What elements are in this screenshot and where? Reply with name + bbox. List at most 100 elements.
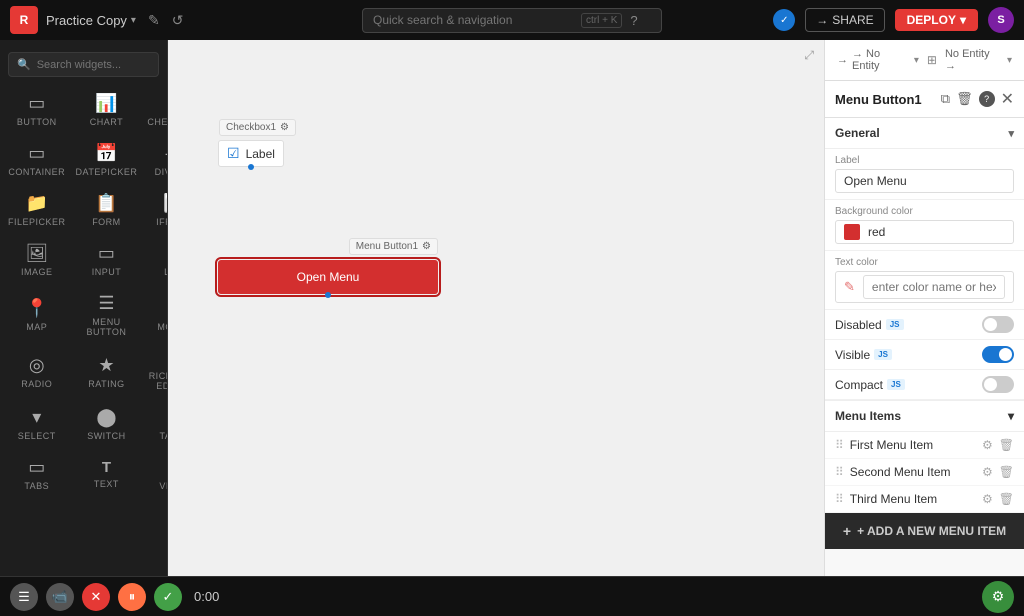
bg-color-picker[interactable]: red (835, 220, 1014, 244)
compact-toggle[interactable] (982, 376, 1014, 393)
visible-toggle[interactable] (982, 346, 1014, 363)
canvas-resize-icon[interactable]: ⤢ (804, 48, 814, 63)
widget-iframe[interactable]: ⬜IFRAME (143, 185, 168, 233)
text-color-input[interactable] (863, 275, 1005, 299)
widget-datepicker[interactable]: 📅DATEPICKER (72, 135, 142, 183)
panel-content: General ▾ Label Background color red Tex… (825, 118, 1024, 576)
datepicker-widget-icon: 📅 (95, 143, 117, 164)
bottom-check-button[interactable]: ✓ (154, 583, 182, 611)
chart-widget-label: CHART (90, 117, 123, 127)
chart-widget-icon: 📊 (95, 93, 117, 114)
menu-item-delete-1[interactable]: 🗑 (999, 465, 1014, 479)
compact-js-badge[interactable]: JS (887, 379, 905, 390)
visible-js-badge[interactable]: JS (874, 349, 892, 360)
button-widget-icon: ▭ (28, 93, 45, 114)
menubutton-canvas-button[interactable]: Open Menu (218, 260, 438, 294)
drag-handle-0[interactable]: ⠿ (835, 438, 844, 452)
delete-icon[interactable]: 🗑 (956, 91, 973, 107)
topbar: R Practice Copy ▾ ✎ ↺ ctrl + K ? ✓ → SHA… (0, 0, 1024, 40)
text-color-field: Text color ✎ (825, 251, 1024, 310)
widget-rating[interactable]: ★RATING (72, 345, 142, 397)
drag-handle-1[interactable]: ⠿ (835, 465, 844, 479)
edit-project-icon[interactable]: ✎ (148, 12, 160, 29)
entity-left-arrow: → (837, 54, 848, 66)
panel-help-icon[interactable]: ? (979, 91, 995, 107)
video-widget-label: VIDEO (159, 481, 168, 491)
text-color-pencil-icon: ✎ (844, 279, 855, 295)
widget-search[interactable]: 🔍 (8, 52, 159, 77)
project-name[interactable]: Practice Copy ▾ (46, 13, 136, 28)
selection-handle-bottom (248, 164, 254, 170)
bottom-close-button[interactable]: ✕ (82, 583, 110, 611)
menu-item-delete-2[interactable]: 🗑 (999, 492, 1014, 506)
widget-text[interactable]: TTEXT (72, 449, 142, 497)
canvas-checkbox-widget[interactable]: Checkbox1 ⚙ ☑ Label (218, 140, 284, 167)
widget-checkbox[interactable]: ☑CHECKBOX (143, 85, 168, 133)
entity-grid-icon[interactable]: ⊞ (927, 53, 937, 67)
menu-item-gear-1[interactable]: ⚙ (982, 465, 993, 479)
bottom-right-button[interactable]: ⚙ (982, 581, 1014, 613)
user-avatar[interactable]: S (988, 7, 1014, 33)
topbar-right-actions: ✓ → SHARE DEPLOY ▾ S (773, 7, 1014, 33)
widget-search-input[interactable] (37, 59, 150, 71)
canvas-menubutton-widget[interactable]: Menu Button1 ⚙ Open Menu (218, 260, 438, 294)
share-icon: → (816, 13, 828, 27)
menu-item-gear-0[interactable]: ⚙ (982, 438, 993, 452)
widget-divider[interactable]: —DIVIDER (143, 135, 168, 183)
bg-color-label: Background color (835, 206, 1014, 217)
tabs-widget-label: TABS (24, 481, 49, 491)
general-section-header[interactable]: General ▾ (825, 118, 1024, 149)
widget-chart[interactable]: 📊 CHART (72, 85, 142, 133)
menu-button-widget-icon: ☰ (98, 293, 114, 314)
table-widget-label: TABLE (159, 431, 168, 441)
history-icon[interactable]: ↺ (172, 12, 184, 29)
widget-radio[interactable]: ◎RADIO (4, 345, 70, 397)
widget-modal[interactable]: ◻MODAL (143, 285, 168, 343)
widget-filepicker[interactable]: 📁FILEPICKER (4, 185, 70, 233)
text-widget-icon: T (102, 459, 111, 476)
drag-handle-2[interactable]: ⠿ (835, 492, 844, 506)
checkbox-settings-icon[interactable]: ⚙ (280, 122, 289, 133)
text-color-picker[interactable]: ✎ (835, 271, 1014, 303)
widget-container[interactable]: ▭CONTAINER (4, 135, 70, 183)
widget-video[interactable]: ▷VIDEO (143, 449, 168, 497)
label-input[interactable] (835, 169, 1014, 193)
copy-icon[interactable]: ⧉ (941, 91, 950, 107)
form-widget-icon: 📋 (95, 193, 117, 214)
share-label: SHARE (832, 13, 873, 27)
widget-search-icon: 🔍 (17, 58, 31, 71)
entity-left[interactable]: → → No Entity ▾ (833, 46, 923, 74)
menu-item-delete-0[interactable]: 🗑 (999, 438, 1014, 452)
text-color-label: Text color (835, 257, 1014, 268)
widget-tabs[interactable]: ▭TABS (4, 449, 70, 497)
widget-menu-button[interactable]: ☰MENU BUTTON (72, 285, 142, 343)
checkbox-text: Label (246, 147, 275, 161)
widget-image[interactable]: 🖼IMAGE (4, 235, 70, 283)
close-panel-icon[interactable]: ✕ (1001, 89, 1014, 109)
add-menu-item-button[interactable]: + + ADD A NEW MENU ITEM (825, 513, 1024, 549)
search-input[interactable] (373, 13, 573, 27)
widget-list[interactable]: ≡LISTBeta (143, 235, 168, 283)
menu-item-gear-2[interactable]: ⚙ (982, 492, 993, 506)
widget-rich-text[interactable]: TRICH TEXT EDITOR (143, 345, 168, 397)
bottom-menu-button[interactable]: ☰ (10, 583, 38, 611)
canvas-area[interactable]: ⤢ Checkbox1 ⚙ ☑ Label Menu Button1 ⚙ Ope… (168, 40, 824, 576)
widget-map[interactable]: 📍MAP (4, 285, 70, 343)
widget-select[interactable]: ▾SELECT (4, 399, 70, 447)
checkbox-widget-label: CHECKBOX (147, 117, 168, 127)
widget-input[interactable]: ▭INPUT (72, 235, 142, 283)
widget-button[interactable]: ▭BUTTON (4, 85, 70, 133)
widget-switch[interactable]: ⬤SWITCH (72, 399, 142, 447)
disabled-js-badge[interactable]: JS (886, 319, 904, 330)
widget-table[interactable]: ▦TABLE (143, 399, 168, 447)
entity-right[interactable]: No Entity → ▾ (941, 46, 1016, 74)
share-button[interactable]: → SHARE (805, 8, 884, 32)
menu-items-header[interactable]: Menu Items ▾ (825, 401, 1024, 432)
deploy-button[interactable]: DEPLOY ▾ (895, 9, 978, 31)
bottom-pause-button[interactable]: ⏸ (118, 583, 146, 611)
bottom-video-button[interactable]: 📹 (46, 583, 74, 611)
menubutton-settings-icon[interactable]: ⚙ (422, 241, 431, 252)
search-bar[interactable]: ctrl + K ? (362, 8, 662, 33)
disabled-toggle[interactable] (982, 316, 1014, 333)
widget-form[interactable]: 📋FORM (72, 185, 142, 233)
